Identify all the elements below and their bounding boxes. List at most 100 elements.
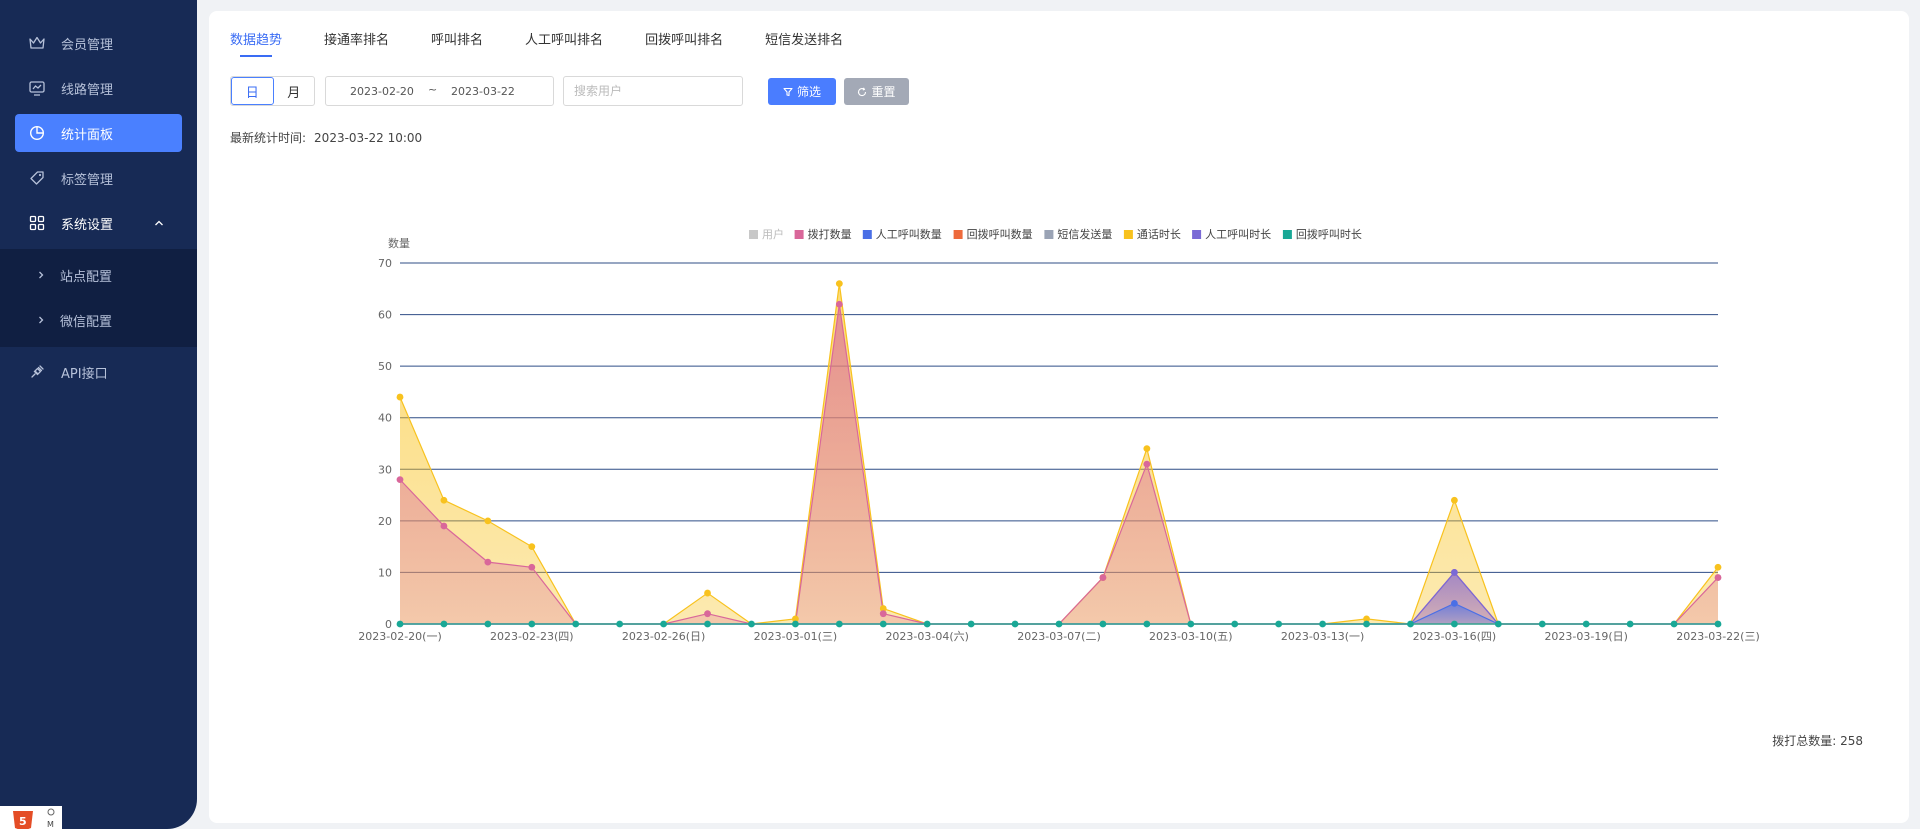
sidebar-item-route[interactable]: 线路管理 [15,69,182,107]
y-tick-label: 40 [378,412,392,425]
series-area [400,283,1718,624]
legend-label: 通话时长 [1137,228,1181,241]
data-point [835,300,843,308]
tag-icon [27,168,47,188]
grid-icon [27,213,47,233]
sidebar-item-label: API接口 [61,366,108,382]
data-point [792,620,799,628]
legend-item: 回拨呼叫数量 [953,227,1033,241]
legend-swatch [1192,230,1202,239]
legend-label: 拨打数量 [808,227,852,241]
chevron-up-icon [154,216,164,231]
data-point [704,620,711,628]
legend-item: 人工呼叫时长 [1192,228,1271,241]
sidebar-subitem-wechat-config[interactable]: 微信配置 [0,302,197,338]
sidebar-item-settings[interactable]: 系统设置 [15,204,182,242]
data-point [1319,620,1326,628]
data-point [1451,599,1458,607]
data-point [1231,620,1239,628]
crown-icon [27,33,47,53]
data-point [1143,445,1151,453]
data-point [1582,620,1590,628]
data-point [528,620,536,628]
y-tick-label: 50 [378,360,392,373]
legend-swatch [1044,230,1054,239]
x-tick-label: 2023-03-13(一) [1281,630,1365,643]
data-point [1538,620,1546,628]
x-tick-label: 2023-03-22(三) [1676,630,1760,643]
data-point [1714,620,1722,628]
data-point [704,589,711,597]
x-tick-label: 2023-03-01(三) [754,630,838,643]
data-point [1451,569,1458,576]
chevron-right-icon [36,315,46,325]
data-point [572,620,580,628]
x-tick-label: 2023-03-19(日) [1544,630,1628,643]
series-line [399,304,1719,625]
sidebar-item-member[interactable]: 会员管理 [15,24,182,62]
legend-swatch [1282,230,1292,239]
data-point [440,522,448,530]
x-tick-label: 2023-03-10(五) [1149,630,1233,643]
sidebar-item-stats[interactable]: 统计面板 [15,114,182,152]
y-tick-label: 20 [378,515,392,528]
data-point [660,620,667,628]
legend-swatch [953,230,963,239]
data-point [879,610,887,618]
data-point [967,620,975,628]
data-point [1099,574,1107,581]
data-point [1055,620,1063,628]
data-point [616,620,624,628]
x-tick-label: 2023-03-16(四) [1413,630,1497,643]
x-tick-label: 2023-02-23(四) [490,630,574,643]
data-point [835,280,843,288]
data-point [1099,620,1107,628]
y-tick-label: 10 [378,566,392,579]
data-point [1143,620,1151,628]
data-point [1275,620,1283,628]
x-tick-label: 2023-02-20(一) [358,630,442,643]
data-point [440,620,448,628]
data-point [1451,496,1458,504]
data-point [923,620,931,628]
legend-label: 回拨呼叫时长 [1296,227,1362,241]
data-point [1143,460,1151,468]
settings-submenu: 站点配置 微信配置 [0,249,197,347]
legend-item: 通话时长 [1123,228,1181,241]
series-area [400,572,1718,624]
data-point [396,393,404,401]
series-area [400,304,1718,624]
sidebar-item-api[interactable]: API接口 [15,353,182,391]
y-tick-label: 30 [378,463,392,476]
total-call-count: 拨打总数量: 258 [1772,734,1863,748]
data-point [1011,620,1019,628]
chevron-right-icon [36,270,46,280]
data-point [484,620,492,628]
browser-extension-logo[interactable]: 5 M [0,806,62,829]
legend-item: 回拨呼叫时长 [1282,227,1362,241]
data-point [835,620,843,628]
x-tick-label: 2023-03-07(二) [1017,630,1101,643]
legend-label: 短信发送量 [1057,227,1112,241]
data-point [879,620,887,628]
x-tick-label: 2023-02-26(日) [622,630,706,643]
svg-text:M: M [47,820,54,829]
legend-item: 用户 [749,227,784,241]
legend-label: 人工呼叫时长 [1205,228,1271,241]
sidebar-subitem-site-config[interactable]: 站点配置 [0,257,197,293]
plug-icon [27,362,47,382]
legend-label: 用户 [762,227,784,241]
series-line [400,571,1718,625]
data-point [1714,574,1722,581]
data-point [1451,620,1458,628]
x-tick-label: 2023-03-04(六) [885,630,969,643]
sidebar-item-label: 系统设置 [61,217,114,233]
legend-label: 人工呼叫数量 [876,228,942,241]
sidebar: 会员管理 线路管理 统计面板 标签管理 系统设置 站点配置 微信配置 API接口… [0,0,197,829]
data-point [528,543,536,551]
sidebar-item-tags[interactable]: 标签管理 [15,159,182,197]
data-point [1494,620,1502,628]
data-point [1626,620,1634,628]
legend-item: 拨打数量 [794,227,852,241]
data-point [1187,620,1195,628]
